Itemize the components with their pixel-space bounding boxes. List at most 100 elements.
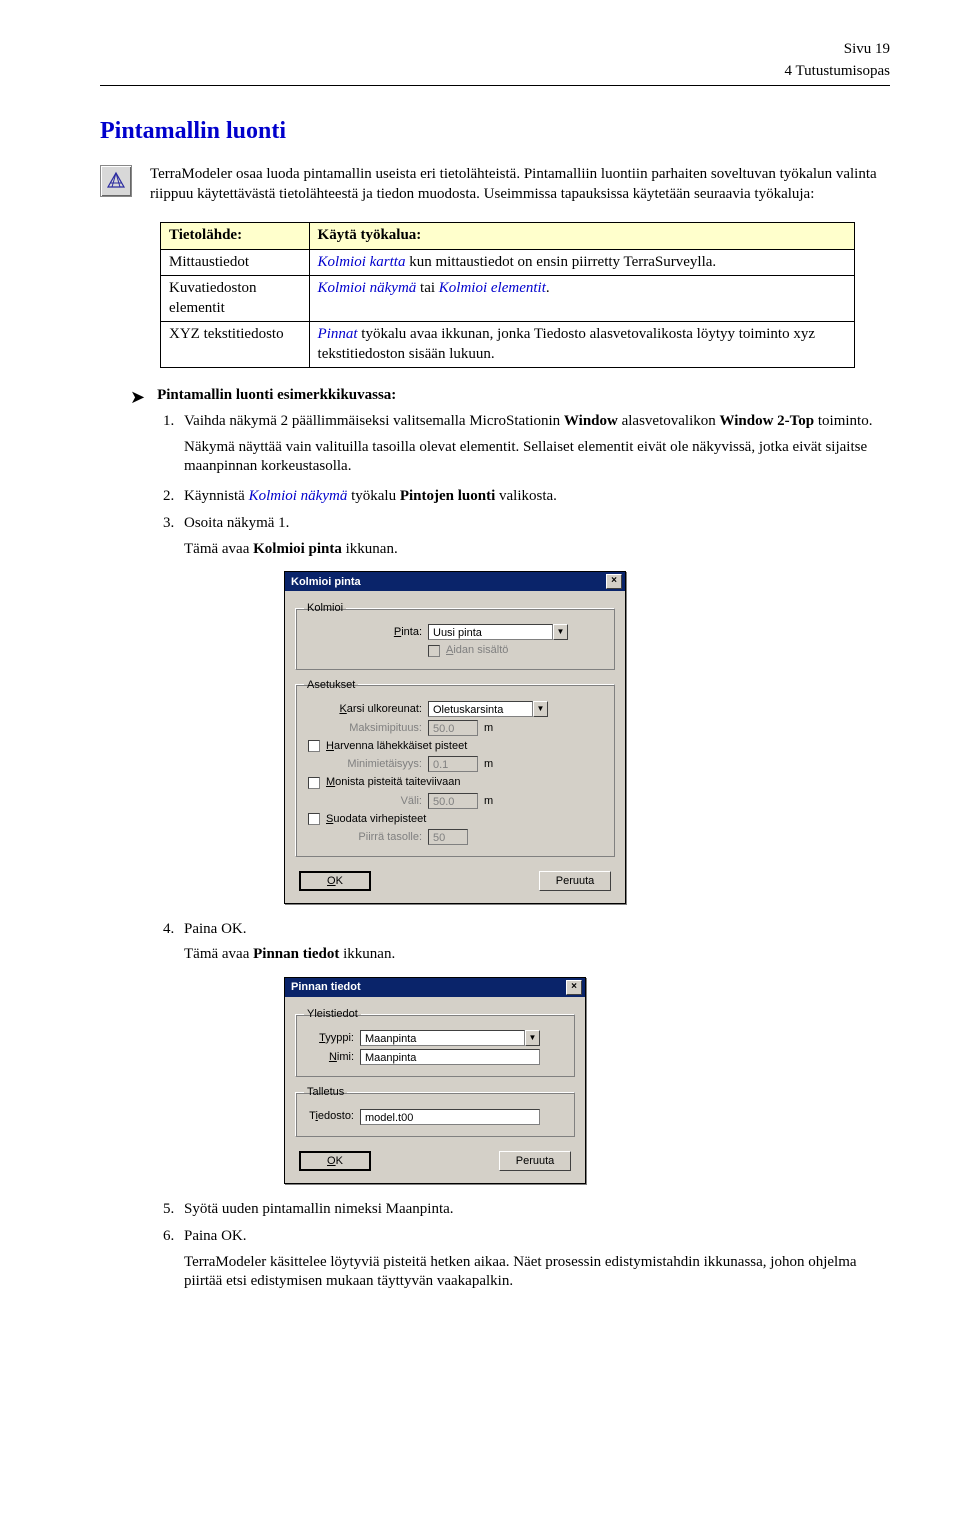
- section-title: Pintamallin luonti: [100, 116, 890, 147]
- cell-tool: Kolmioi näkymä tai Kolmioi elementit.: [309, 276, 855, 322]
- tool-name: Kolmioi näkymä: [249, 488, 348, 504]
- group-legend: Talletus: [304, 1085, 347, 1099]
- mini-label: Minimietäisyys:: [304, 757, 422, 771]
- step-6: Paina OK. TerraModeler käsittelee löytyv…: [178, 1227, 890, 1292]
- unit-m: m: [484, 757, 502, 771]
- table-row: XYZ tekstitiedosto Pinnat työkalu avaa i…: [161, 322, 855, 368]
- harvenna-label: Harvenna lähekkäiset pisteet: [326, 739, 467, 753]
- ok-button[interactable]: OK: [299, 871, 371, 891]
- step-1-note: Näkymä näyttää vain valituilla tasoilla …: [184, 438, 890, 477]
- karsi-dropdown[interactable]: Oletuskarsinta ▼: [428, 701, 548, 717]
- vali-label: Väli:: [304, 794, 422, 808]
- step-text: työkalu: [347, 488, 400, 504]
- note-text: Tämä avaa: [184, 541, 253, 557]
- step-text: toiminto.: [814, 413, 872, 429]
- step-4: Paina OK. Tämä avaa Pinnan tiedot ikkuna…: [178, 920, 890, 1184]
- ok-button[interactable]: OK: [299, 1151, 371, 1171]
- cell-text: kun mittaustiedot on ensin piirretty Ter…: [405, 254, 716, 270]
- tiedosto-label: Tiedosto:: [304, 1109, 354, 1123]
- group-kolmioi: Kolmioi Pinta: Uusi pinta ▼ Aidan sisält…: [295, 601, 615, 670]
- cell-text: tai: [416, 280, 439, 296]
- step-1: Vaihda näkymä 2 päällimmäiseksi valitsem…: [178, 412, 890, 477]
- close-icon[interactable]: ×: [566, 980, 582, 995]
- cell-source: Mittaustiedot: [161, 249, 310, 276]
- dialog-title: Pinnan tiedot: [291, 980, 361, 994]
- group-yleistiedot: Yleistiedot Tyyppi: Maanpinta ▼ Nimi: Ma…: [295, 1007, 575, 1077]
- step-bold: Window 2-Top: [719, 413, 814, 429]
- step-2: Käynnistä Kolmioi näkymä työkalu Pintoje…: [178, 487, 890, 507]
- harvenna-checkbox[interactable]: [308, 740, 320, 752]
- karsi-value: Oletuskarsinta: [428, 701, 533, 717]
- step-bold: Window: [564, 413, 618, 429]
- example-heading-row: ➤ Pintamallin luonti esimerkkikuvassa:: [130, 386, 890, 406]
- aidan-checkbox: [428, 645, 440, 657]
- unit-m: m: [484, 721, 502, 735]
- titlebar[interactable]: Kolmioi pinta ×: [285, 572, 625, 591]
- example-heading: Pintamallin luonti esimerkkikuvassa:: [157, 386, 396, 406]
- group-legend: Asetukset: [304, 678, 358, 692]
- step-text: Paina OK.: [184, 921, 247, 937]
- cell-text: työkalu avaa ikkunan, jonka Tiedosto ala…: [318, 326, 815, 362]
- header-rule: [100, 85, 890, 86]
- aidan-label: Aidan sisältö: [446, 643, 508, 657]
- group-legend: Yleistiedot: [304, 1007, 361, 1021]
- karsi-label: Karsi ulkoreunat:: [304, 702, 422, 716]
- table-header-tool: Käytä työkalua:: [309, 223, 855, 250]
- piirra-label: Piirrä tasolle:: [304, 830, 422, 844]
- chapter-label: 4 Tutustumisopas: [100, 62, 890, 82]
- pinta-label: Pinta:: [304, 625, 422, 639]
- step-text: Käynnistä: [184, 488, 249, 504]
- pinta-value: Uusi pinta: [428, 624, 553, 640]
- step-5: Syötä uuden pintamallin nimeksi Maanpint…: [178, 1200, 890, 1220]
- cancel-button[interactable]: Peruuta: [539, 871, 611, 891]
- tyyppi-dropdown[interactable]: Maanpinta ▼: [360, 1030, 540, 1046]
- chevron-down-icon[interactable]: ▼: [553, 624, 568, 640]
- note-bold: Kolmioi pinta: [253, 541, 342, 557]
- tool-name: Pinnat: [318, 326, 358, 342]
- group-talletus: Talletus Tiedosto: model.t00: [295, 1085, 575, 1136]
- step-text: valikosta.: [495, 488, 557, 504]
- dialog-title: Kolmioi pinta: [291, 575, 361, 589]
- tiedosto-field[interactable]: model.t00: [360, 1109, 540, 1125]
- table-header-source: Tietolähde:: [161, 223, 310, 250]
- cell-tool: Pinnat työkalu avaa ikkunan, jonka Tiedo…: [309, 322, 855, 368]
- suodata-checkbox[interactable]: [308, 813, 320, 825]
- vali-field: 50.0: [428, 793, 478, 809]
- nimi-label: Nimi:: [304, 1050, 354, 1064]
- chevron-down-icon[interactable]: ▼: [533, 701, 548, 717]
- step-text: Vaihda näkymä 2 päällimmäiseksi valitsem…: [184, 413, 564, 429]
- cancel-button[interactable]: Peruuta: [499, 1151, 571, 1171]
- step-bold: Pintojen luonti: [400, 488, 495, 504]
- pinta-dropdown[interactable]: Uusi pinta ▼: [428, 624, 568, 640]
- titlebar[interactable]: Pinnan tiedot ×: [285, 978, 585, 997]
- nimi-field[interactable]: Maanpinta: [360, 1049, 540, 1065]
- chevron-down-icon[interactable]: ▼: [525, 1030, 540, 1046]
- footer-paragraph: TerraModeler käsittelee löytyviä pisteit…: [184, 1253, 890, 1292]
- tool-name: Kolmioi näkymä: [318, 280, 417, 296]
- monista-label: Monista pisteitä taiteviivaan: [326, 775, 461, 789]
- monista-checkbox[interactable]: [308, 777, 320, 789]
- cell-text: .: [546, 280, 550, 296]
- tool-name: Kolmioi kartta: [318, 254, 406, 270]
- note-bold: Pinnan tiedot: [253, 946, 339, 962]
- note-text: ikkunan.: [342, 541, 398, 557]
- surface-tool-icon: [100, 165, 132, 197]
- note-text: Tämä avaa: [184, 946, 253, 962]
- cell-source: Kuvatiedoston elementit: [161, 276, 310, 322]
- step-text: Paina OK.: [184, 1228, 247, 1244]
- dialog-pinnan-tiedot: Pinnan tiedot × Yleistiedot Tyyppi: Maan…: [284, 977, 586, 1184]
- step-4-note: Tämä avaa Pinnan tiedot ikkunan.: [184, 945, 890, 965]
- tyyppi-value: Maanpinta: [360, 1030, 525, 1046]
- table-row: Mittaustiedot Kolmioi kartta kun mittaus…: [161, 249, 855, 276]
- close-icon[interactable]: ×: [606, 574, 622, 589]
- tool-source-table: Tietolähde: Käytä työkalua: Mittaustiedo…: [160, 222, 855, 368]
- piirra-field: 50: [428, 829, 468, 845]
- page-number: Sivu 19: [100, 40, 890, 60]
- dialog-kolmioi-pinta: Kolmioi pinta × Kolmioi Pinta: Uusi pint…: [284, 571, 626, 904]
- unit-m: m: [484, 794, 502, 808]
- intro-paragraph: TerraModeler osaa luoda pintamallin usei…: [150, 165, 890, 204]
- tool-name: Kolmioi elementit: [439, 280, 546, 296]
- step-text: Osoita näkymä 1.: [184, 515, 289, 531]
- mini-field: 0.1: [428, 756, 478, 772]
- maksimi-field: 50.0: [428, 720, 478, 736]
